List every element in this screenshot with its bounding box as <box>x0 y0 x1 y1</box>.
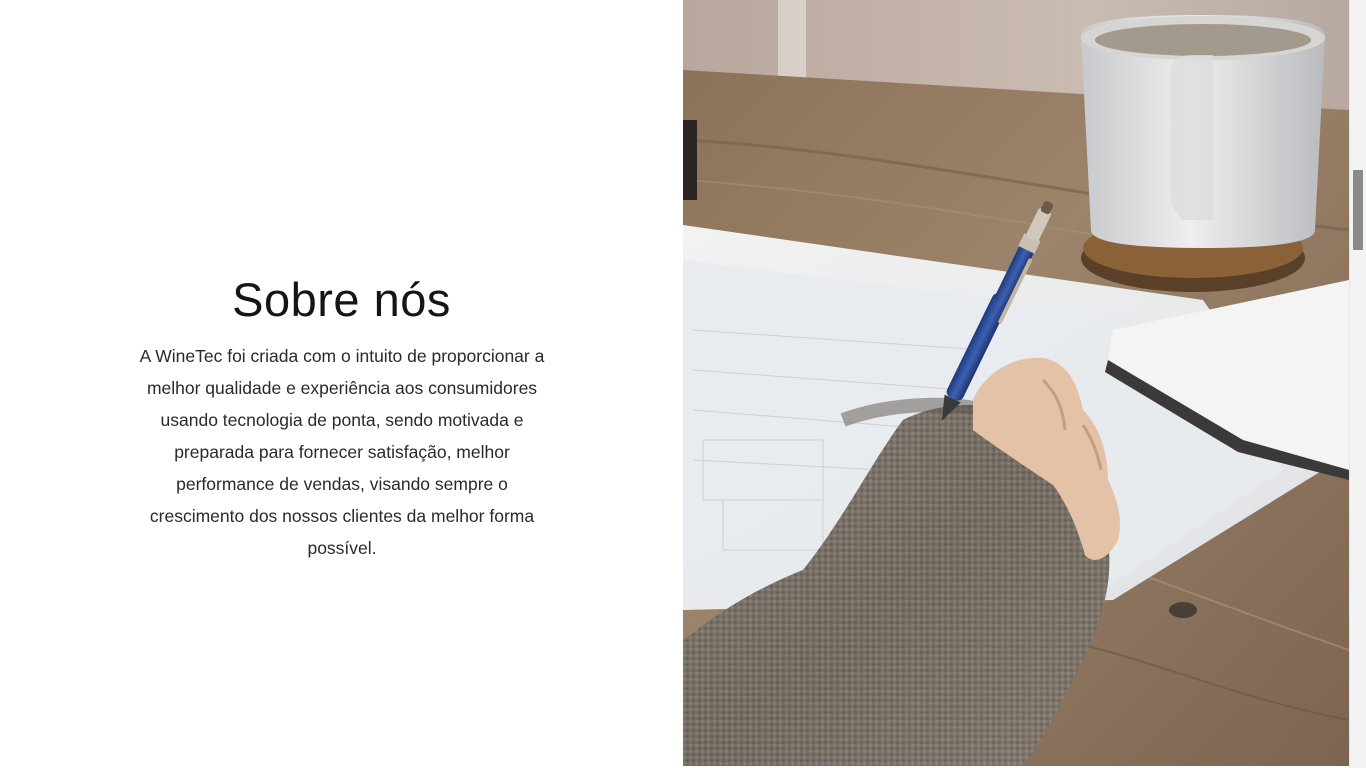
hero-photo <box>683 0 1349 766</box>
about-page: Sobre nós A WineTec foi criada com o int… <box>0 0 1366 768</box>
scrollbar-thumb[interactable] <box>1353 170 1363 250</box>
about-line: usando tecnologia de ponta, sendo motiva… <box>160 410 524 430</box>
about-line: crescimento dos nossos clientes da melho… <box>149 506 535 526</box>
about-line: performance de vendas, visando sempre o <box>176 474 508 494</box>
writing-desk-photo-icon <box>683 0 1349 766</box>
page-title: Sobre nós <box>232 273 451 327</box>
about-line: A WineTec foi criada com o intuito de pr… <box>139 346 545 366</box>
about-line: preparada para fornecer satisfação, melh… <box>174 442 510 462</box>
about-line: melhor qualidade e experiência aos consu… <box>146 378 538 398</box>
about-line: possível. <box>307 538 377 558</box>
vertical-scrollbar[interactable] <box>1349 0 1366 768</box>
about-description: A WineTec foi criada com o intuito de pr… <box>104 340 580 564</box>
about-section: Sobre nós A WineTec foi criada com o int… <box>0 0 683 768</box>
